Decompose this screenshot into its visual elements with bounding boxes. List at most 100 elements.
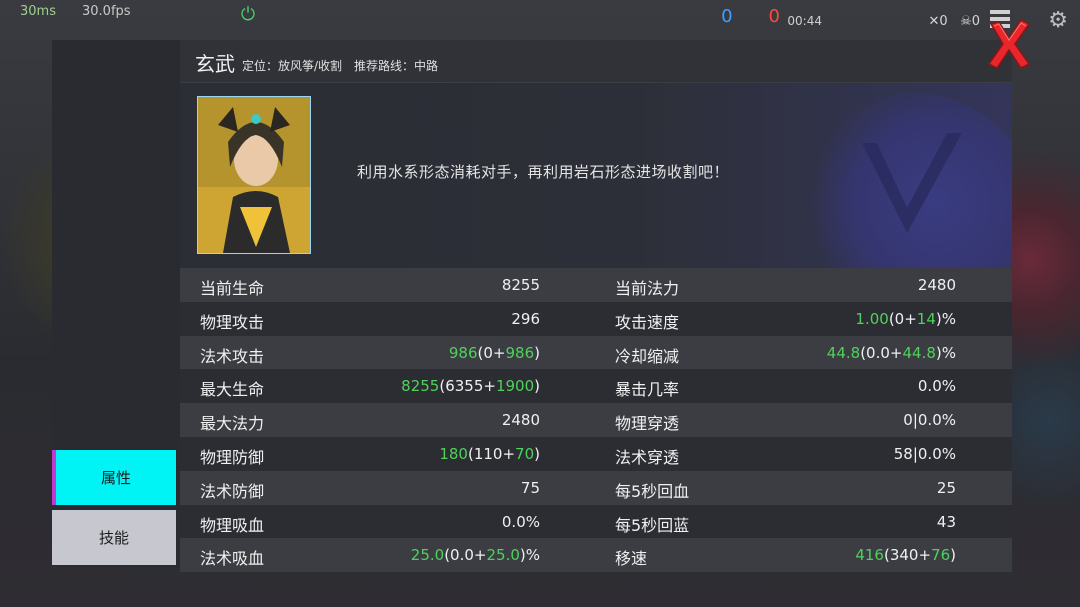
attribute-value-part: 58|0.0%: [893, 444, 956, 463]
deaths-icon: ☠: [960, 14, 972, 29]
attribute-row: 物理吸血 0.0% 每5秒回蓝 43: [180, 504, 1012, 539]
hero-info-panel: 属性 技能 玄武 定位：放风筝/收割 推荐路线：中路 利用水系形态消耗对手，再利…: [52, 40, 1012, 573]
attribute-value: 8255: [502, 276, 540, 294]
panel-content: 玄武 定位：放风筝/收割 推荐路线：中路 利用水系形态消耗对手，再利用岩石形态进…: [180, 40, 1012, 573]
kills-icon: ✕: [928, 14, 940, 29]
attribute-value-part: 986: [448, 343, 478, 362]
attribute-row: 当前生命 8255 当前法力 2480: [180, 268, 1012, 302]
attribute-value-part: 8255: [501, 276, 540, 294]
attribute-value: 8255(6355+1900): [401, 377, 540, 395]
close-icon[interactable]: [985, 18, 1033, 70]
attribute-label: 法术防御: [200, 481, 265, 501]
hero-name: 玄武: [195, 52, 235, 76]
deaths-count: 0: [971, 14, 980, 29]
attribute-value-part: 25: [936, 478, 956, 497]
attribute-value: 25: [937, 479, 956, 497]
hero-tip: 利用水系形态消耗对手，再利用岩石形态进场收割吧！: [357, 163, 730, 181]
attribute-value: 58|0.0%: [894, 445, 956, 463]
attribute-value: 0|0.0%: [903, 411, 956, 429]
attribute-value-part: 43: [936, 512, 956, 531]
tab-attributes-label: 属性: [100, 469, 131, 487]
attribute-label: 当前生命: [200, 279, 265, 298]
attribute-value-part: ): [534, 343, 540, 362]
match-timer: 00:44: [787, 14, 822, 28]
attribute-value: 986(0+986): [449, 344, 540, 362]
attribute-value: 2480: [502, 411, 540, 429]
tab-attributes[interactable]: 属性: [52, 450, 176, 505]
attribute-label: 攻击速度: [615, 312, 680, 332]
ping-readout: 30ms: [20, 4, 56, 19]
hero-portrait: [197, 96, 311, 254]
attribute-value-part: (340+: [883, 546, 932, 565]
attribute-label: 当前法力: [615, 279, 680, 298]
attribute-row: 法术攻击 986(0+986) 冷却缩减 44.8(0.0+44.8)%: [180, 335, 1012, 370]
fps-readout: 30.0fps: [82, 4, 131, 19]
red-score: 0: [768, 6, 780, 27]
attribute-value-part: 44.8: [826, 343, 861, 362]
attribute-value-part: 75: [520, 478, 540, 497]
attribute-value: 25.0(0.0+25.0)%: [411, 546, 540, 564]
attribute-row: 物理攻击 296 攻击速度 1.00(0+14)%: [180, 301, 1012, 336]
attribute-label: 法术吸血: [200, 549, 265, 569]
gear-icon[interactable]: ⚙: [1048, 8, 1068, 33]
attribute-label: 最大法力: [200, 414, 265, 434]
team-score: 00: [721, 6, 780, 27]
attribute-label: 物理穿透: [615, 414, 680, 434]
attribute-value-part: ): [534, 377, 540, 396]
attribute-value: 180(110+70): [439, 445, 540, 463]
power-icon[interactable]: ⏻: [228, 4, 268, 32]
attribute-row: 法术吸血 25.0(0.0+25.0)% 移速 416(340+76): [180, 538, 1012, 573]
attribute-value-part: ): [950, 546, 956, 565]
attribute-label: 每5秒回血: [615, 481, 690, 501]
panel-sidebar: 属性 技能: [52, 40, 180, 567]
attribute-value-part: (0.0+: [444, 546, 487, 565]
kills-count: 0: [939, 14, 948, 29]
attribute-value: 43: [937, 513, 956, 531]
attribute-value-part: 8255: [401, 377, 440, 396]
attribute-row: 物理防御 180(110+70) 法术穿透 58|0.0%: [180, 436, 1012, 471]
attribute-value-part: 1900: [495, 377, 535, 396]
attribute-label: 法术攻击: [200, 346, 265, 366]
attribute-value-part: 0.0%: [917, 377, 956, 396]
tab-skills[interactable]: 技能: [52, 510, 176, 565]
attribute-value-part: 25.0: [410, 546, 445, 565]
attribute-value: 2480: [918, 276, 956, 294]
attribute-label: 物理吸血: [200, 515, 265, 535]
hero-header: 玄武 定位：放风筝/收割 推荐路线：中路: [180, 40, 1012, 83]
attribute-value-part: 0|0.0%: [903, 411, 956, 430]
attribute-value-part: 416: [855, 546, 884, 565]
attribute-value-part: 180: [439, 444, 468, 463]
attribute-value-part: 14: [916, 309, 936, 328]
attribute-value-part: 0.0%: [501, 512, 540, 531]
attribute-value-part: )%: [935, 343, 956, 362]
kda-readout: ✕0 ☠0: [928, 14, 980, 29]
attribute-value-part: )%: [519, 546, 540, 565]
attribute-value-part: ): [534, 444, 540, 463]
attribute-value: 0.0%: [918, 377, 956, 395]
attribute-label: 物理防御: [200, 447, 265, 467]
attribute-value-part: (110+: [467, 444, 516, 463]
attribute-table: 当前生命 8255 当前法力 2480 物理攻击 296 攻击速度 1.00(0+14)% 法术…: [180, 268, 1012, 573]
attribute-value-part: (0.0+: [860, 343, 903, 362]
attribute-value: 296: [511, 310, 540, 328]
attribute-row: 最大法力 2480 物理穿透 0|0.0%: [180, 403, 1012, 437]
attribute-value-part: (0+: [477, 343, 506, 362]
hero-banner: 利用水系形态消耗对手，再利用岩石形态进场收割吧！: [180, 83, 1012, 268]
attribute-label: 物理攻击: [200, 312, 265, 332]
banner-emblem-icon: [862, 133, 962, 233]
attribute-value-part: (6355+: [439, 377, 496, 396]
attribute-label: 暴击几率: [615, 380, 680, 400]
attribute-label: 最大生命: [200, 380, 265, 400]
attribute-value-part: 986: [505, 343, 535, 362]
attribute-value-part: 2480: [501, 411, 540, 430]
attribute-value-part: 2480: [917, 276, 956, 294]
attribute-value: 1.00(0+14)%: [855, 310, 956, 328]
attribute-row: 法术防御 75 每5秒回血 25: [180, 470, 1012, 505]
attribute-value-part: 296: [511, 309, 540, 328]
tab-skills-label: 技能: [98, 529, 129, 547]
attribute-label: 移速: [615, 549, 648, 569]
attribute-value-part: 76: [931, 546, 951, 565]
attribute-value: 416(340+76): [855, 546, 956, 564]
attribute-value-part: 44.8: [902, 343, 936, 362]
attribute-value: 0.0%: [502, 513, 540, 531]
